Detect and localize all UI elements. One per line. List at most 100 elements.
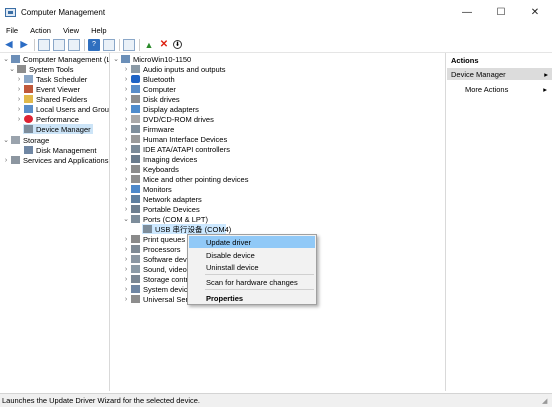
expand-chevron-icon[interactable]: › <box>122 156 130 163</box>
properties-icon[interactable] <box>103 38 115 51</box>
toolbar-separator <box>139 38 140 51</box>
collapse-chevron-icon[interactable]: ⌄ <box>8 65 16 73</box>
device-category[interactable]: › Mice and other pointing devices <box>122 174 249 184</box>
device-category[interactable]: › Audio inputs and outputs <box>122 64 226 74</box>
menu-item-disable-device[interactable]: Disable device <box>189 249 315 261</box>
device-category[interactable]: › Processors <box>122 244 181 254</box>
minimize-button[interactable]: — <box>450 0 484 24</box>
uninstall-x-icon[interactable]: ✕ <box>158 39 170 51</box>
device-category[interactable]: › Display adapters <box>122 104 199 114</box>
tree-item-system-tools[interactable]: ⌄ System Tools <box>8 64 73 74</box>
device-category[interactable]: › Disk drives <box>122 94 180 104</box>
expand-chevron-icon[interactable]: › <box>122 136 130 143</box>
menu-item-properties[interactable]: Properties <box>189 292 315 304</box>
expand-chevron-icon[interactable]: › <box>2 157 10 164</box>
tree-item-local-users[interactable]: › Local Users and Groups <box>15 104 109 114</box>
device-category[interactable]: › Software devic <box>122 254 192 264</box>
help-icon[interactable]: ? <box>88 38 100 51</box>
menu-help[interactable]: Help <box>85 26 112 35</box>
device-category-ports[interactable]: ⌄ Ports (COM & LPT) <box>122 214 208 224</box>
device-category[interactable]: › Human Interface Devices <box>122 134 227 144</box>
expand-chevron-icon[interactable]: › <box>122 276 130 283</box>
monitor-icon <box>131 185 140 193</box>
actions-section-device-manager[interactable]: Device Manager ▸ <box>447 68 552 80</box>
device-usb-serial[interactable]: USB 串行设备 (COM4) <box>142 224 231 234</box>
tree-item-disk-management[interactable]: Disk Management <box>15 145 96 155</box>
scan-monitor-icon[interactable] <box>123 38 135 51</box>
expand-chevron-icon[interactable]: › <box>122 256 130 263</box>
update-driver-icon[interactable]: ▲ <box>143 39 155 51</box>
expand-chevron-icon[interactable]: › <box>122 196 130 203</box>
expand-chevron-icon[interactable]: › <box>122 246 130 253</box>
menu-item-uninstall-device[interactable]: Uninstall device <box>189 261 315 273</box>
device-category[interactable]: › Portable Devices <box>122 204 200 214</box>
tree-item-computer-root[interactable]: ⌄ MicroWin10-1150 <box>112 54 191 64</box>
expand-chevron-icon[interactable]: › <box>15 86 23 93</box>
tree-item-storage[interactable]: ⌄ Storage <box>2 135 49 145</box>
expand-chevron-icon[interactable]: › <box>15 76 23 83</box>
back-arrow-icon[interactable]: ◀ <box>3 39 15 51</box>
menu-action[interactable]: Action <box>24 26 57 35</box>
forward-arrow-icon[interactable]: ▶ <box>18 39 30 51</box>
toolbar: ◀ ▶ ? ▲ ✕ ⬇ <box>0 37 552 53</box>
device-category[interactable]: › Bluetooth <box>122 74 175 84</box>
tree-item-event-viewer[interactable]: › Event Viewer <box>15 84 80 94</box>
menu-view[interactable]: View <box>57 26 85 35</box>
device-category[interactable]: › Keyboards <box>122 164 179 174</box>
expand-chevron-icon[interactable]: › <box>122 266 130 273</box>
device-category[interactable]: › Imaging devices <box>122 154 197 164</box>
close-button[interactable]: ✕ <box>518 0 552 24</box>
menu-file[interactable]: File <box>0 26 24 35</box>
collapse-chevron-icon[interactable]: ⌄ <box>2 55 10 63</box>
expand-chevron-icon[interactable]: › <box>122 186 130 193</box>
device-category[interactable]: › Storage contr <box>122 274 188 284</box>
device-category[interactable]: › Monitors <box>122 184 172 194</box>
expand-chevron-icon[interactable]: › <box>122 176 130 183</box>
menu-item-update-driver[interactable]: Update driver <box>189 236 315 248</box>
device-category[interactable]: › Firmware <box>122 124 174 134</box>
device-category[interactable]: › Print queues <box>122 234 185 244</box>
download-icon[interactable]: ⬇ <box>173 40 182 49</box>
up-folder-icon[interactable] <box>38 38 50 51</box>
tree-item-shared-folders[interactable]: › Shared Folders <box>15 94 87 104</box>
expand-chevron-icon[interactable]: › <box>15 96 23 103</box>
collapse-chevron-icon[interactable]: ⌄ <box>112 55 120 63</box>
collapse-chevron-icon[interactable]: ⌄ <box>122 215 130 223</box>
expand-chevron-icon[interactable]: › <box>122 106 130 113</box>
expand-chevron-icon[interactable]: › <box>15 116 23 123</box>
expand-chevron-icon[interactable]: › <box>122 286 130 293</box>
tree-item-task-scheduler[interactable]: › Task Scheduler <box>15 74 87 84</box>
event-viewer-icon <box>24 85 33 93</box>
menu-item-scan-hardware[interactable]: Scan for hardware changes <box>189 276 315 288</box>
tree-item-device-manager[interactable]: Device Manager <box>23 124 93 134</box>
device-category[interactable]: › Computer <box>122 84 176 94</box>
tree-item-performance[interactable]: › Performance <box>15 114 79 124</box>
expand-chevron-icon[interactable]: › <box>122 296 130 303</box>
expand-chevron-icon[interactable]: › <box>122 236 130 243</box>
expand-chevron-icon[interactable]: › <box>15 106 23 113</box>
tree-item-computer-management[interactable]: ⌄ Computer Management (Local <box>2 54 109 64</box>
export-list-icon[interactable] <box>68 38 80 51</box>
resize-grip-icon[interactable]: ◢ <box>542 397 550 405</box>
expand-chevron-icon[interactable]: › <box>122 116 130 123</box>
show-hide-tree-icon[interactable] <box>53 38 65 51</box>
device-category[interactable]: › Network adapters <box>122 194 202 204</box>
expand-chevron-icon[interactable]: › <box>122 206 130 213</box>
expand-chevron-icon[interactable]: › <box>122 86 130 93</box>
expand-chevron-icon[interactable]: › <box>122 96 130 103</box>
collapse-arrow-icon[interactable]: ▸ <box>544 70 548 79</box>
collapse-chevron-icon[interactable]: ⌄ <box>2 136 10 144</box>
expand-chevron-icon[interactable]: › <box>122 126 130 133</box>
device-category[interactable]: › System devic <box>122 284 188 294</box>
expand-chevron-icon[interactable]: › <box>122 66 130 73</box>
maximize-button[interactable]: ☐ <box>484 0 518 24</box>
device-category[interactable]: › Sound, video <box>122 264 187 274</box>
device-category[interactable]: › Universal Seri <box>122 294 190 304</box>
expand-chevron-icon[interactable]: › <box>122 166 130 173</box>
device-category[interactable]: › DVD/CD-ROM drives <box>122 114 214 124</box>
more-actions[interactable]: More Actions ▸ <box>465 83 551 95</box>
expand-chevron-icon[interactable]: › <box>122 76 130 83</box>
tree-item-services[interactable]: › Services and Applications <box>2 155 109 165</box>
expand-chevron-icon[interactable]: › <box>122 146 130 153</box>
device-category[interactable]: › IDE ATA/ATAPI controllers <box>122 144 230 154</box>
